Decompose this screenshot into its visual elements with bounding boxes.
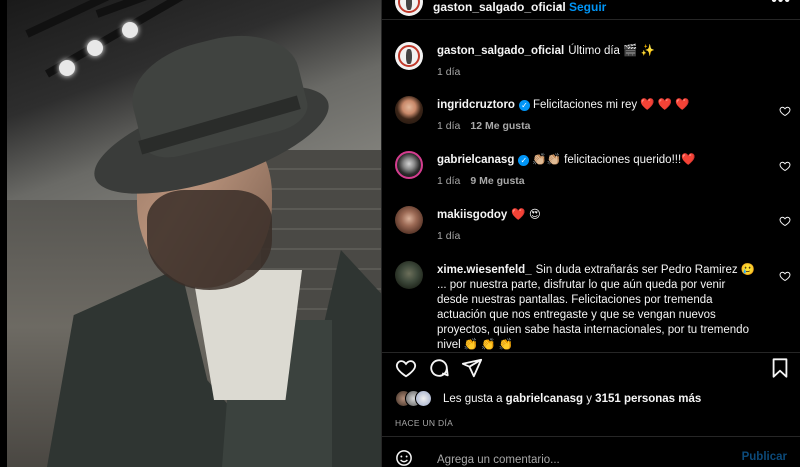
commenter-avatar[interactable] [395, 206, 423, 234]
commenter-avatar[interactable] [395, 151, 423, 179]
likes-middle: y [586, 393, 592, 405]
comment-text: ingridcruztoro ✓ Felicitaciones mi rey ❤️ … [437, 98, 762, 113]
stage-light [59, 60, 75, 76]
stage-light [122, 22, 138, 38]
post-photo[interactable] [7, 0, 381, 467]
author-avatar[interactable] [395, 0, 423, 16]
post-actions-bar [382, 352, 800, 380]
liker-avatar [415, 390, 432, 407]
comment-meta: 1 día 12 Me gusta [437, 120, 540, 132]
commenter-avatar[interactable] [395, 261, 423, 289]
comment-heart-icon[interactable] [779, 269, 791, 282]
comment-text: makiisgodoy ❤️ 😍 [437, 208, 762, 223]
comment-username[interactable]: gabrielcanasg [437, 154, 514, 166]
caption-body: Último día 🎬 ✨ [568, 45, 655, 57]
comment-time[interactable]: 1 día [437, 230, 460, 242]
comment-username[interactable]: ingridcruztoro [437, 99, 515, 111]
comment-time[interactable]: 1 día [437, 120, 460, 132]
caption-time[interactable]: 1 día [437, 66, 460, 78]
comment-likes[interactable]: 12 Me gusta [470, 120, 530, 132]
share-paper-plane-icon[interactable] [461, 357, 483, 379]
verified-badge-icon: ✓ [518, 155, 530, 166]
like-heart-icon[interactable] [395, 357, 417, 379]
follow-button[interactable]: Seguir [569, 0, 606, 14]
caption-meta: 1 día [437, 66, 470, 78]
post-side-panel: gaston_salgado_oficial • Seguir ••• gast… [381, 0, 800, 467]
comment-body: 👏🏼👏🏼 felicitaciones querido!!!❤️ [532, 154, 696, 166]
comment-username[interactable]: xime.wiesenfeld_ [437, 264, 532, 276]
left-margin [0, 0, 7, 467]
likes-user[interactable]: gabrielcanasg [506, 393, 583, 405]
post-header: gaston_salgado_oficial • Seguir ••• [382, 0, 800, 20]
comment-heart-icon[interactable] [779, 214, 791, 227]
likes-prefix: Les gusta a [443, 393, 503, 405]
more-options-icon[interactable]: ••• [771, 0, 791, 10]
comment-heart-icon[interactable] [779, 104, 791, 117]
publish-button[interactable]: Publicar [742, 451, 787, 463]
smiley-icon[interactable] [395, 449, 413, 467]
caption-username[interactable]: gaston_salgado_oficial [437, 45, 564, 57]
separator-dot: • [558, 0, 563, 13]
likes-summary: Les gusta a gabrielcanasg y 3151 persona… [395, 390, 795, 410]
comment-body: ❤️ 😍 [511, 209, 541, 221]
comment-meta: 1 día [437, 230, 470, 242]
likes-text[interactable]: Les gusta a gabrielcanasg y 3151 persona… [443, 393, 701, 405]
verified-badge-icon: ✓ [518, 100, 530, 111]
caption-text: gaston_salgado_oficial Último día 🎬 ✨ [437, 44, 762, 59]
comment-heart-icon[interactable] [779, 159, 791, 172]
beard [147, 190, 272, 290]
stage-light [87, 40, 103, 56]
comment-body: Sin duda extrañarás ser Pedro Ramirez 🥲 … [437, 264, 756, 351]
commenter-avatar[interactable] [395, 96, 423, 124]
caption-avatar[interactable] [395, 42, 423, 70]
comment-likes[interactable]: 9 Me gusta [470, 175, 524, 187]
comment-composer: Publicar [382, 436, 800, 467]
comment-body: Felicitaciones mi rey ❤️ ❤️ ❤️ [532, 99, 690, 111]
comment-text: gabrielcanasg ✓ 👏🏼👏🏼 felicitaciones querid… [437, 153, 762, 168]
post-timestamp[interactable]: HACE UN DÍA [395, 418, 453, 428]
comment-username[interactable]: makiisgodoy [437, 209, 507, 221]
comment-text: xime.wiesenfeld_ Sin duda extrañarás ser … [437, 263, 757, 353]
comment-input[interactable] [437, 451, 737, 467]
author-username[interactable]: gaston_salgado_oficial [433, 0, 566, 14]
comment-time[interactable]: 1 día [437, 175, 460, 187]
comment-bubble-icon[interactable] [428, 357, 450, 379]
save-bookmark-icon[interactable] [769, 357, 791, 379]
comment-meta: 1 día 9 Me gusta [437, 175, 535, 187]
likes-count[interactable]: 3151 personas más [595, 393, 701, 405]
